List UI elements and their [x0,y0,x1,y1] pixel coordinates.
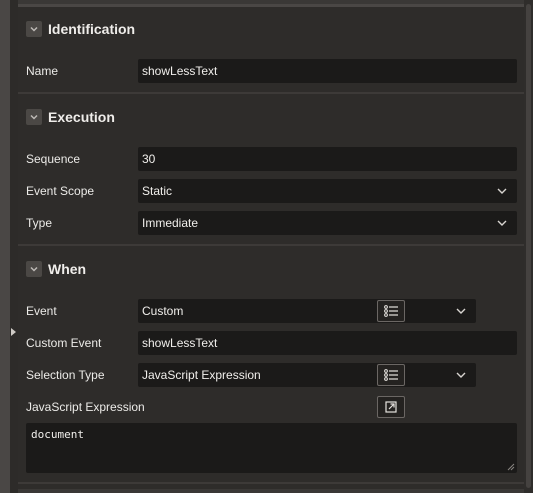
event-value: Custom [142,304,184,318]
resize-grip-icon[interactable] [507,463,515,471]
sequence-input[interactable]: 30 [138,147,517,171]
selection-type-value: JavaScript Expression [142,368,261,382]
event-select[interactable]: Custom [138,299,476,323]
chevron-down-icon[interactable] [26,261,42,277]
section-divider [18,92,524,94]
property-editor-frame: Identification Name showLessText Executi… [0,0,533,493]
event-scope-select[interactable]: Static [138,179,517,203]
list-icon [384,369,398,381]
list-icon [384,305,398,317]
chevron-down-icon [497,220,507,226]
custom-event-label: Custom Event [26,336,102,350]
panel-top-border [18,4,524,7]
section-divider [18,482,524,484]
section-header-identification[interactable]: Identification [26,19,135,39]
expand-editor-button[interactable] [377,396,405,418]
event-scope-label: Event Scope [26,184,95,198]
section-title-identification: Identification [48,21,136,37]
left-gutter [0,0,10,493]
js-expression-label: JavaScript Expression [26,400,145,414]
section-title-execution: Execution [48,109,115,125]
section-title-when: When [48,261,87,277]
row-event: Event Custom [26,299,517,323]
right-scrollbar[interactable] [524,0,533,493]
type-label: Type [26,216,53,230]
custom-event-input[interactable]: showLessText [138,331,517,355]
selection-type-select[interactable]: JavaScript Expression [138,363,476,387]
chevron-down-icon [497,188,507,194]
event-scope-value: Static [142,184,173,198]
selection-type-label: Selection Type [26,368,105,382]
collapse-handle-icon[interactable] [11,328,16,336]
chevron-down-icon[interactable] [26,21,42,37]
event-label: Event [26,304,57,318]
row-type: Type Immediate [26,211,517,235]
js-expression-textarea[interactable]: document [26,423,517,473]
chevron-down-icon [456,372,466,378]
section-header-when[interactable]: When [26,259,86,279]
open-external-icon [385,401,397,413]
selection-type-list-button[interactable] [377,364,405,386]
name-input[interactable]: showLessText [138,59,517,83]
properties-panel: Identification Name showLessText Executi… [18,4,524,489]
event-list-button[interactable] [377,300,405,322]
sequence-label: Sequence [26,152,81,166]
name-label: Name [26,64,59,78]
row-custom-event: Custom Event showLessText [26,331,517,355]
type-value: Immediate [142,216,199,230]
js-expression-value: document [31,428,84,441]
section-divider [18,244,524,246]
row-selection-type: Selection Type JavaScript Expression [26,363,517,387]
row-js-expression: JavaScript Expression [26,395,517,419]
row-name: Name showLessText [26,59,517,83]
left-splitter[interactable] [10,0,18,493]
scrollbar-track[interactable] [526,4,531,488]
type-select[interactable]: Immediate [138,211,517,235]
chevron-down-icon[interactable] [26,109,42,125]
row-sequence: Sequence 30 [26,147,517,171]
chevron-down-icon [456,308,466,314]
row-event-scope: Event Scope Static [26,179,517,203]
section-header-execution[interactable]: Execution [26,107,115,127]
